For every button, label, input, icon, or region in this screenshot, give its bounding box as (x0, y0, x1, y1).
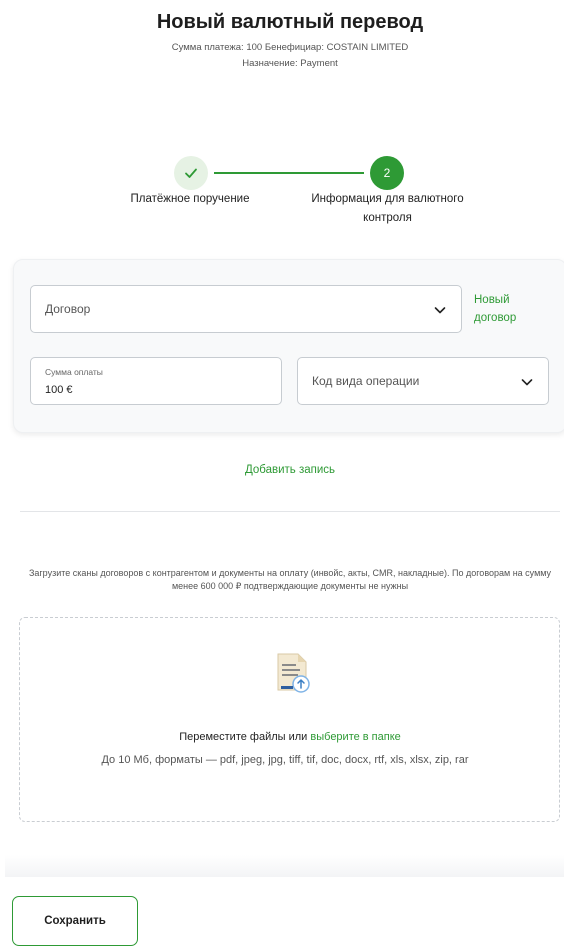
stepper-connector (214, 172, 364, 174)
choose-folder-link[interactable]: выберите в папке (310, 731, 400, 743)
allowed-formats: До 10 Мб, форматы — pdf, jpeg, jpg, tiff… (101, 754, 469, 766)
step2-indicator: 2 (370, 156, 404, 190)
new-contract-link[interactable]: Новый договор (474, 291, 544, 327)
dropzone-text: Переместите файлы или выберите в папке (0, 731, 564, 743)
operation-code-select[interactable]: Код вида операции (297, 357, 549, 405)
payment-sum-label: Сумма оплаты (45, 367, 103, 377)
chevron-down-icon (521, 379, 533, 386)
payment-sum-value: 100 € (45, 384, 73, 396)
check-icon (185, 168, 197, 178)
step2-label: Информация для валютного контроля (311, 193, 464, 224)
contract-select[interactable]: Договор (30, 285, 462, 333)
add-record-link[interactable]: Добавить запись (0, 464, 564, 476)
upload-hint: Загрузите сканы договоров с контрагентом… (28, 568, 552, 591)
payment-sum-field[interactable]: Сумма оплаты 100 € (30, 357, 282, 405)
document-upload-icon (277, 653, 310, 693)
operation-code-placeholder: Код вида операции (312, 374, 420, 388)
footer-shadow (5, 855, 564, 877)
dropzone-instruction: Переместите файлы или (179, 731, 308, 743)
page-title: Новый валютный перевод (156, 11, 424, 33)
step1-label: Платёжное поручение (130, 193, 250, 205)
payment-summary: Сумма платежа: 100 Бенефициар: COSTAIN L… (171, 42, 409, 53)
chevron-down-icon (434, 307, 446, 314)
payment-purpose: Назначение: Payment (242, 58, 338, 69)
contract-placeholder: Договор (45, 302, 91, 316)
divider (20, 511, 560, 512)
step1-completed-indicator (174, 156, 208, 190)
